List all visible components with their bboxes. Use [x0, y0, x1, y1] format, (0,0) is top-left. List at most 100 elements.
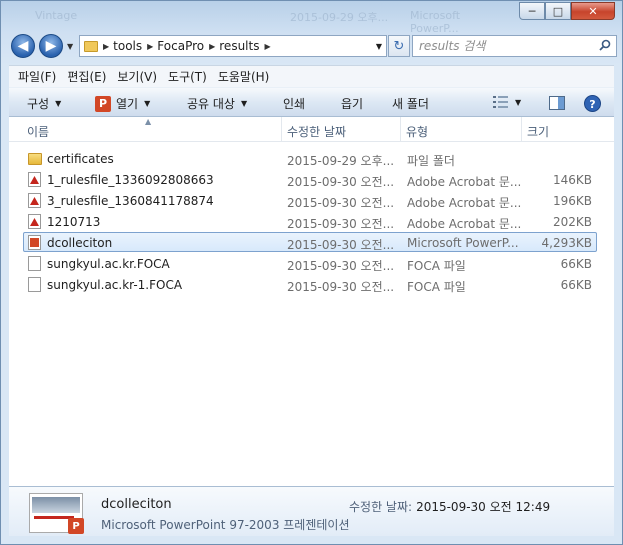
menu-file[interactable]: 파일(F): [18, 68, 56, 85]
preview-pane-icon[interactable]: [549, 95, 565, 111]
menu-view[interactable]: 보기(V): [117, 68, 157, 85]
sort-ascending-icon: ▲: [145, 117, 152, 126]
print-button[interactable]: 인쇄: [283, 95, 305, 112]
command-bar: 구성 ▼ P 열기 ▼ 공유 대상 ▼ 인쇄 읍기 새 폴더 ▼ ?: [9, 87, 614, 117]
file-date: 2015-09-30 오전...: [287, 196, 395, 210]
new-folder-button[interactable]: 새 폴더: [392, 95, 429, 112]
table-row[interactable]: sungkyul.ac.kr-1.FOCA 2015-09-30 오전... F…: [23, 274, 597, 294]
search-box[interactable]: [412, 35, 617, 57]
file-icon: [28, 277, 41, 292]
table-row[interactable]: sungkyul.ac.kr.FOCA 2015-09-30 오전... FOC…: [23, 253, 597, 273]
file-name: 1_rulesfile_1336092808663: [47, 173, 214, 187]
file-type: Adobe Acrobat 문...: [407, 217, 522, 231]
powerpoint-icon: P: [68, 518, 84, 534]
thumbnail-image: [32, 497, 80, 513]
file-list-view[interactable]: ▲ 이름 수정한 날짜 유형 크기 certificates 2015-09-2…: [9, 117, 614, 486]
minimize-button[interactable]: ─: [519, 2, 545, 20]
folder-icon: [84, 40, 98, 52]
column-divider[interactable]: [281, 117, 282, 142]
table-row[interactable]: 3_rulesfile_1360841178874 2015-09-30 오전.…: [23, 190, 597, 210]
file-type: 파일 폴더: [407, 154, 455, 168]
file-type: FOCA 파일: [407, 280, 466, 294]
menu-tools[interactable]: 도구(T): [168, 68, 207, 85]
breadcrumb-results[interactable]: results: [219, 39, 259, 53]
navigation-bar: ◀ ▶ ▼ ▶ tools ▶ FocaPro ▶ results ▶ ▼ ↻: [9, 31, 617, 61]
close-button[interactable]: ✕: [571, 2, 615, 20]
file-date: 2015-09-30 오전...: [287, 259, 395, 273]
details-file-name: dcolleciton: [101, 497, 172, 512]
table-row[interactable]: 1210713 2015-09-30 오전... Adobe Acrobat 문…: [23, 211, 597, 231]
file-date: 2015-09-29 오후...: [287, 154, 395, 168]
file-type: Microsoft PowerP...: [407, 236, 519, 250]
new-folder-label: 새 폴더: [392, 97, 429, 111]
address-history-dropdown-icon[interactable]: ▼: [376, 42, 382, 51]
chevron-right-icon[interactable]: ▶: [264, 42, 270, 51]
file-date: 2015-09-30 오전...: [287, 175, 395, 189]
breadcrumb-focapro[interactable]: FocaPro: [157, 39, 204, 53]
refresh-button[interactable]: ↻: [388, 35, 410, 57]
details-modified-label: 수정한 날짜:: [349, 500, 413, 514]
file-name: 3_rulesfile_1360841178874: [47, 194, 214, 208]
file-date: 2015-09-30 오전...: [287, 280, 395, 294]
table-row[interactable]: certificates 2015-09-29 오후... 파일 폴더: [23, 148, 597, 168]
column-headers: ▲ 이름 수정한 날짜 유형 크기: [9, 117, 614, 142]
open-button[interactable]: P 열기 ▼: [95, 95, 150, 112]
pdf-icon: [28, 172, 41, 187]
print-label: 인쇄: [283, 97, 306, 111]
chevron-right-icon[interactable]: ▶: [103, 42, 109, 51]
file-size: 66KB: [560, 257, 592, 271]
pdf-icon: [28, 193, 41, 208]
help-icon[interactable]: ?: [584, 95, 601, 112]
details-modified: 수정한 날짜: 2015-09-30 오전 12:49: [349, 498, 550, 515]
file-type: FOCA 파일: [407, 259, 466, 273]
file-name: sungkyul.ac.kr.FOCA: [47, 257, 170, 271]
file-name: 1210713: [47, 215, 101, 229]
maximize-button[interactable]: □: [545, 2, 571, 20]
back-button[interactable]: ◀: [11, 34, 35, 58]
organize-label: 구성: [27, 97, 50, 111]
menu-help[interactable]: 도움말(H): [218, 68, 270, 85]
ghost-text: Vintage: [35, 9, 78, 22]
share-button[interactable]: 공유 대상 ▼: [187, 95, 247, 112]
change-view-button[interactable]: ▼: [493, 95, 521, 109]
file-size: 66KB: [560, 278, 592, 292]
breadcrumb-tools[interactable]: tools: [113, 39, 142, 53]
search-icon[interactable]: [599, 39, 611, 51]
file-size: 196KB: [552, 194, 592, 208]
column-header-name[interactable]: 이름: [27, 123, 49, 140]
view-options-icon: [493, 96, 508, 108]
chevron-right-icon[interactable]: ▶: [147, 42, 153, 51]
chevron-right-icon[interactable]: ▶: [209, 42, 215, 51]
menu-edit[interactable]: 편집(E): [67, 68, 106, 85]
powerpoint-icon: [28, 235, 41, 250]
address-bar[interactable]: ▶ tools ▶ FocaPro ▶ results ▶ ▼: [79, 35, 387, 57]
column-divider[interactable]: [521, 117, 522, 142]
chevron-down-icon: ▼: [240, 99, 248, 108]
file-size: 202KB: [552, 215, 592, 229]
chevron-down-icon: ▼: [144, 99, 151, 108]
table-row-selected[interactable]: dcolleciton 2015-09-30 오전... Microsoft P…: [23, 232, 597, 252]
file-thumbnail: P: [29, 493, 84, 534]
file-date: 2015-09-30 오전...: [287, 238, 395, 252]
file-name: sungkyul.ac.kr-1.FOCA: [47, 278, 183, 292]
file-date: 2015-09-30 오전...: [287, 217, 395, 231]
open-label: 열기: [116, 97, 139, 111]
email-button[interactable]: 읍기: [341, 95, 363, 112]
column-header-size[interactable]: 크기: [527, 123, 549, 140]
column-divider[interactable]: [400, 117, 401, 142]
menu-bar: 파일(F) 편집(E) 보기(V) 도구(T) 도움말(H): [9, 65, 614, 87]
column-header-type[interactable]: 유형: [406, 123, 428, 140]
file-type: Adobe Acrobat 문...: [407, 196, 522, 210]
ghost-text: 2015-09-29 오후...: [290, 11, 389, 24]
svg-text:?: ?: [589, 98, 595, 111]
table-row[interactable]: 1_rulesfile_1336092808663 2015-09-30 오전.…: [23, 169, 597, 189]
column-header-date[interactable]: 수정한 날짜: [287, 123, 346, 140]
caption-buttons: ─ □ ✕: [519, 2, 615, 20]
forward-button[interactable]: ▶: [39, 34, 63, 58]
details-file-type: Microsoft PowerPoint 97-2003 프레젠테이션: [101, 518, 350, 532]
file-name: certificates: [47, 152, 114, 166]
search-input[interactable]: [419, 36, 589, 56]
recent-pages-dropdown-icon[interactable]: ▼: [67, 42, 73, 51]
organize-button[interactable]: 구성 ▼: [27, 95, 61, 112]
email-label: 읍기: [341, 97, 364, 111]
